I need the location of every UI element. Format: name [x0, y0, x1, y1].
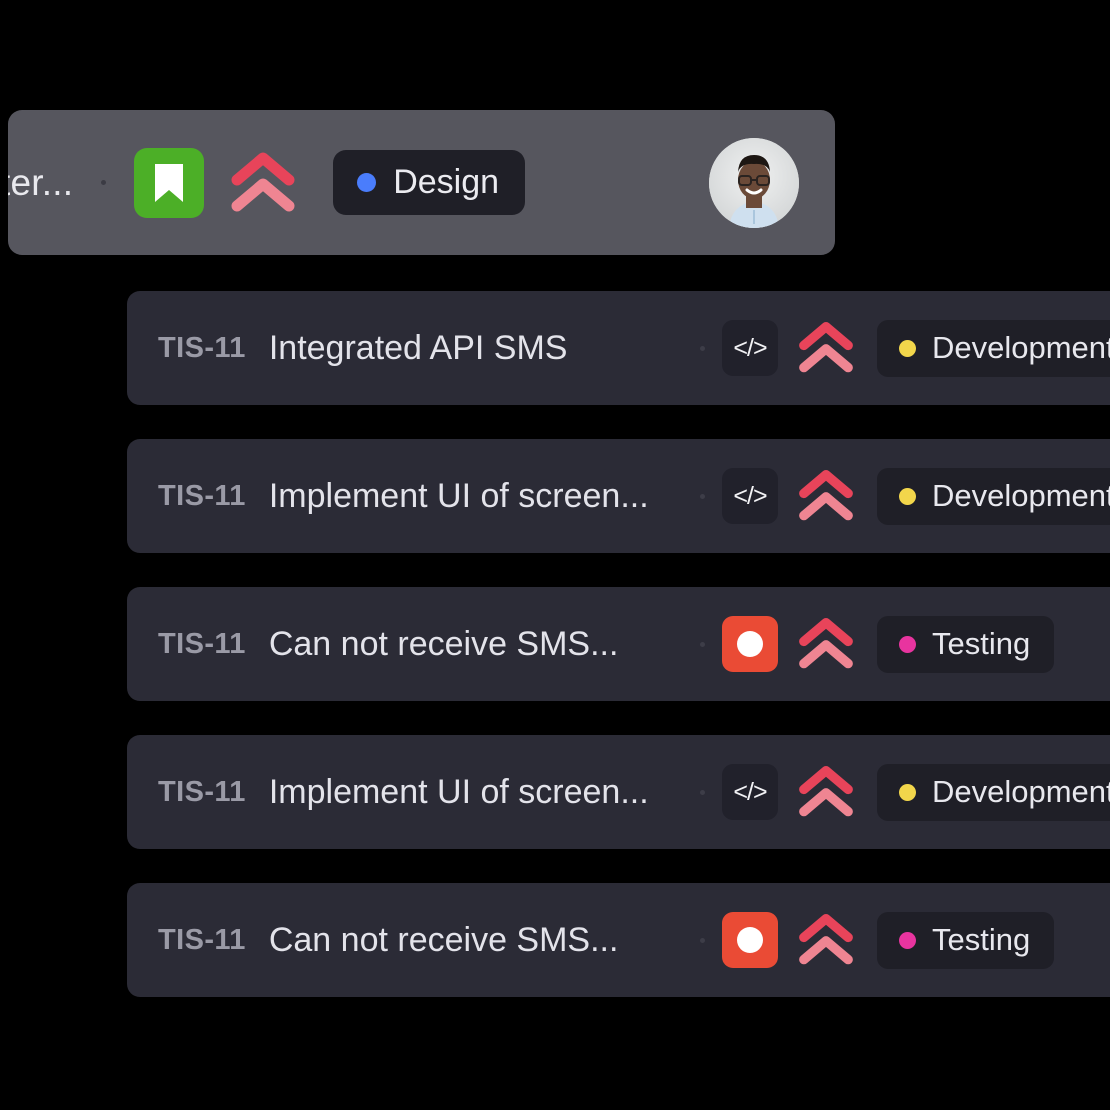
priority-highest-double-chevron-icon	[797, 913, 855, 967]
code-glyph: </>	[733, 333, 767, 362]
status-label: Development	[932, 330, 1110, 365]
status-badge-design[interactable]: Design	[333, 150, 526, 215]
task-key: TIS-11	[158, 923, 246, 956]
task-title: Implement UI of screen...	[268, 476, 649, 515]
status-badge[interactable]: Development	[877, 763, 1110, 821]
task-key: TIS-11	[158, 331, 246, 364]
table-row[interactable]: TIS-11 Can not receive SMS... Testing	[127, 883, 1110, 997]
separator-dot	[700, 345, 705, 351]
task-list: TIS-11 Integrated API SMS </> Developmen…	[127, 291, 1110, 1031]
table-row[interactable]: TIS-11 Can not receive SMS... Testing	[127, 587, 1110, 701]
status-dot	[899, 487, 916, 505]
avatar[interactable]	[709, 137, 799, 228]
dragged-task-title: ter...	[8, 161, 74, 203]
priority-highest-double-chevron-icon	[797, 469, 855, 523]
priority-highest-double-chevron-icon	[797, 617, 855, 671]
status-label: Development	[932, 478, 1110, 513]
status-dot	[899, 339, 916, 357]
priority-highest-double-chevron-icon	[229, 152, 297, 214]
status-dot	[899, 783, 916, 801]
bug-dot	[737, 927, 763, 953]
table-row[interactable]: TIS-11 Integrated API SMS </> Developmen…	[127, 291, 1110, 405]
task-title: Integrated API SMS	[268, 328, 568, 367]
task-key: TIS-11	[158, 775, 246, 808]
task-key: TIS-11	[158, 627, 246, 660]
status-dot	[899, 635, 916, 653]
status-badge[interactable]: Development	[877, 319, 1110, 377]
dragged-task-card[interactable]: ter... Design	[8, 110, 835, 255]
separator-dot	[700, 493, 705, 499]
status-label: Testing	[932, 922, 1031, 957]
row-meta: </> Development	[722, 319, 1110, 377]
separator-dot	[101, 180, 107, 185]
priority-highest-double-chevron-icon	[797, 321, 855, 375]
code-task-icon: </>	[722, 764, 778, 820]
row-meta: Testing	[722, 615, 1055, 673]
bookmark-icon	[134, 147, 205, 218]
status-badge[interactable]: Testing	[877, 615, 1055, 673]
code-glyph: </>	[733, 777, 767, 806]
status-label: Development	[932, 774, 1110, 809]
table-row[interactable]: TIS-11 Implement UI of screen... </> Dev…	[127, 735, 1110, 849]
row-meta: </> Development	[722, 467, 1110, 525]
separator-dot	[700, 641, 705, 647]
status-dot	[899, 931, 916, 949]
code-glyph: </>	[733, 481, 767, 510]
task-title: Implement UI of screen...	[268, 772, 649, 811]
table-row[interactable]: TIS-11 Implement UI of screen... </> Dev…	[127, 439, 1110, 553]
status-badge[interactable]: Testing	[877, 911, 1055, 969]
task-key: TIS-11	[158, 479, 246, 512]
row-meta: Testing	[722, 911, 1055, 969]
status-badge[interactable]: Development	[877, 467, 1110, 525]
bug-icon	[722, 912, 778, 968]
row-meta: </> Development	[722, 763, 1110, 821]
priority-highest-double-chevron-icon	[797, 765, 855, 819]
bug-icon	[722, 616, 778, 672]
status-label: Testing	[932, 626, 1031, 661]
code-task-icon: </>	[722, 468, 778, 524]
separator-dot	[700, 789, 705, 795]
task-title: Can not receive SMS...	[268, 624, 619, 663]
separator-dot	[700, 937, 705, 943]
task-title: Can not receive SMS...	[268, 920, 619, 959]
code-task-icon: </>	[722, 320, 778, 376]
bug-dot	[737, 631, 763, 657]
status-label: Design	[393, 163, 500, 201]
status-dot	[357, 173, 377, 192]
